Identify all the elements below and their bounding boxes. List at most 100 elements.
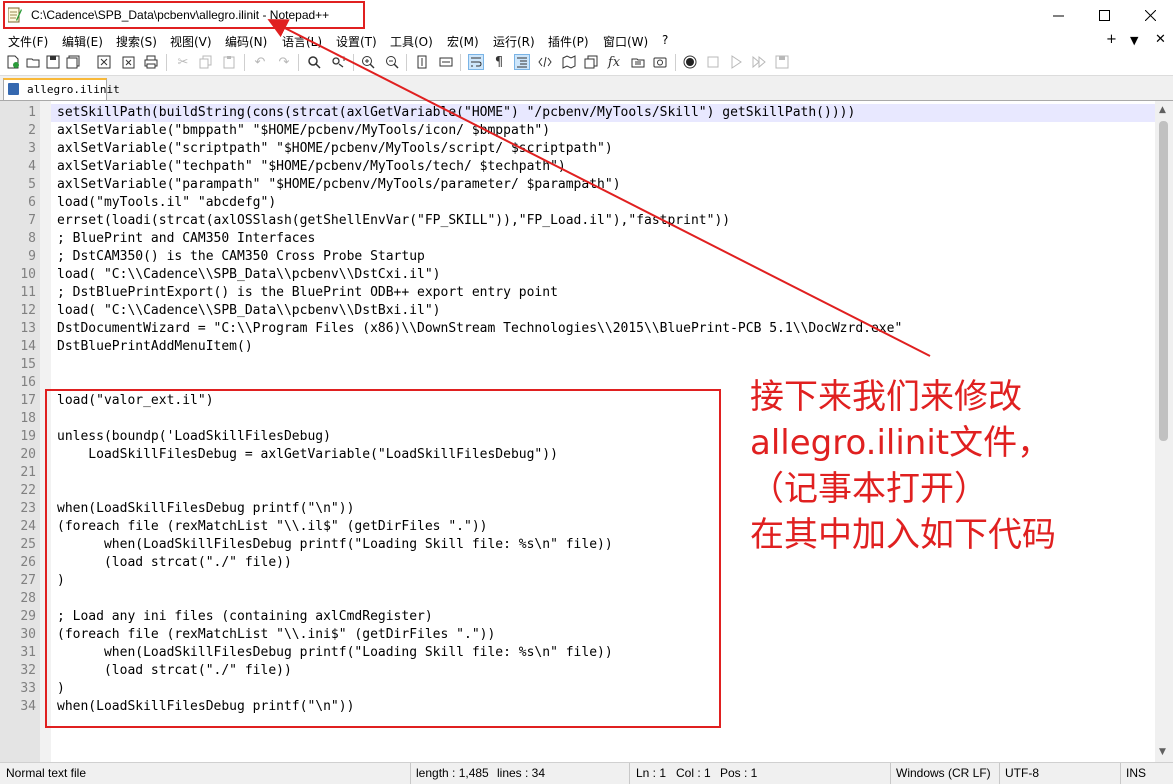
menu-search[interactable]: 搜索(S) xyxy=(116,33,157,50)
code-line[interactable]: ; DstCAM350() is the CAM350 Cross Probe … xyxy=(57,248,425,266)
close-all-icon[interactable] xyxy=(120,54,136,70)
replace-icon[interactable] xyxy=(330,54,346,70)
toolbar-separator xyxy=(406,54,407,71)
paste-icon[interactable] xyxy=(221,54,237,70)
folder-as-workspace-icon[interactable] xyxy=(630,54,646,70)
status-divider xyxy=(999,763,1000,784)
open-file-icon[interactable] xyxy=(25,54,41,70)
line-number: 34 xyxy=(20,699,36,714)
code-line[interactable]: DstDocumentWizard = "C:\\Program Files (… xyxy=(57,320,902,338)
code-line[interactable]: DstBluePrintAddMenuItem() xyxy=(57,338,253,356)
xml-tag-icon[interactable] xyxy=(537,54,553,70)
line-number: 25 xyxy=(20,537,36,552)
indent-guide-icon[interactable] xyxy=(514,54,530,70)
new-tab-plus-icon[interactable]: + xyxy=(1106,32,1117,47)
code-line[interactable]: ; DstBluePrintExport() is the BluePrint … xyxy=(57,284,558,302)
play-macro-icon[interactable] xyxy=(728,54,744,70)
code-highlight-box xyxy=(45,389,721,728)
document-list-icon[interactable] xyxy=(583,54,599,70)
function-list-icon[interactable]: fx xyxy=(606,54,622,70)
sync-vertical-icon[interactable] xyxy=(414,54,430,70)
stop-record-icon[interactable] xyxy=(705,54,721,70)
record-macro-icon[interactable] xyxy=(682,54,698,70)
code-line[interactable]: load("myTools.il" "abcdefg") xyxy=(57,194,276,212)
maximize-icon[interactable] xyxy=(1081,0,1127,31)
status-length: length : 1,485 xyxy=(416,766,489,780)
close-icon[interactable] xyxy=(96,54,112,70)
undo-icon[interactable]: ↶ xyxy=(252,54,268,70)
line-number: 20 xyxy=(20,447,36,462)
scroll-down-icon[interactable]: ▼ xyxy=(1159,747,1166,757)
line-number: 21 xyxy=(20,465,36,480)
code-line[interactable]: ; BluePrint and CAM350 Interfaces xyxy=(57,230,315,248)
print-icon[interactable] xyxy=(143,54,159,70)
code-line[interactable]: errset(loadi(strcat(axlOSSlash(getShellE… xyxy=(57,212,730,230)
menu-edit[interactable]: 编辑(E) xyxy=(62,33,103,50)
save-icon[interactable] xyxy=(45,54,61,70)
status-ln: Ln : 1 xyxy=(636,766,667,780)
monitoring-icon[interactable] xyxy=(652,54,668,70)
code-line[interactable]: load( "C:\\Cadence\\SPB_Data\\pcbenv\\Ds… xyxy=(57,266,441,284)
code-line[interactable]: axlSetVariable("parampath" "$HOME/pcbenv… xyxy=(57,176,621,194)
find-icon[interactable] xyxy=(306,54,322,70)
close-document-icon[interactable]: ✕ xyxy=(1155,32,1166,47)
toolbar: ✂ ↶ ↷ ¶ fx xyxy=(0,50,1173,76)
line-number: 2 xyxy=(28,123,36,138)
status-insert-mode: INS xyxy=(1126,766,1147,780)
tab-list-dropdown-icon[interactable]: ▼ xyxy=(1130,34,1138,47)
status-divider xyxy=(1120,763,1121,784)
line-number: 10 xyxy=(20,267,36,282)
run-macro-multiple-icon[interactable] xyxy=(751,54,767,70)
line-number: 19 xyxy=(20,429,36,444)
menu-file[interactable]: 文件(F) xyxy=(8,33,48,50)
cut-icon[interactable]: ✂ xyxy=(175,54,191,70)
status-pos: Pos : 1 xyxy=(720,766,758,780)
show-all-chars-icon[interactable]: ¶ xyxy=(491,54,507,70)
menu-language[interactable]: 语言(L) xyxy=(282,33,322,50)
redo-icon[interactable]: ↷ xyxy=(276,54,292,70)
code-line[interactable]: axlSetVariable("bmppath" "$HOME/pcbenv/M… xyxy=(57,122,550,140)
document-map-icon[interactable] xyxy=(561,54,577,70)
menu-encoding[interactable]: 编码(N) xyxy=(225,33,267,50)
code-line[interactable]: axlSetVariable("techpath" "$HOME/pcbenv/… xyxy=(57,158,566,176)
title-bar: C:\Cadence\SPB_Data\pcbenv\allegro.ilini… xyxy=(0,0,1173,31)
word-wrap-icon[interactable] xyxy=(468,54,484,70)
toolbar-separator xyxy=(166,54,167,71)
line-number: 33 xyxy=(20,681,36,696)
status-divider xyxy=(890,763,891,784)
close-icon[interactable] xyxy=(1127,0,1173,31)
annotation-text: 接下来我们来修改 allegro.ilinit文件， （记事本打开） 在其中加入… xyxy=(750,374,1170,558)
status-divider xyxy=(629,763,630,784)
code-line[interactable]: load( "C:\\Cadence\\SPB_Data\\pcbenv\\Ds… xyxy=(57,302,441,320)
tab-allegro-ilinit[interactable]: allegro.ilinit xyxy=(3,78,120,100)
line-number: 13 xyxy=(20,321,36,336)
copy-icon[interactable] xyxy=(198,54,214,70)
zoom-in-icon[interactable] xyxy=(360,54,376,70)
code-line[interactable]: setSkillPath(buildString(cons(strcat(axl… xyxy=(57,104,855,122)
menu-tools[interactable]: 工具(O) xyxy=(390,33,433,50)
sync-horizontal-icon[interactable] xyxy=(438,54,454,70)
menu-window[interactable]: 窗口(W) xyxy=(603,33,648,50)
scroll-up-icon[interactable]: ▲ xyxy=(1159,105,1166,115)
minimize-icon[interactable] xyxy=(1035,0,1081,31)
menu-run[interactable]: 运行(R) xyxy=(493,33,535,50)
save-all-icon[interactable] xyxy=(65,54,81,70)
menu-plugins[interactable]: 插件(P) xyxy=(548,33,589,50)
tab-label: allegro.ilinit xyxy=(27,83,120,96)
menu-help[interactable]: ? xyxy=(662,33,668,47)
zoom-out-icon[interactable] xyxy=(384,54,400,70)
editor-area[interactable]: 1 setSkillPath(buildString(cons(strcat(ax… xyxy=(0,101,1173,762)
status-lines: lines : 34 xyxy=(497,766,546,780)
menu-macro[interactable]: 宏(M) xyxy=(447,33,479,50)
menu-settings[interactable]: 设置(T) xyxy=(336,33,377,50)
code-line[interactable]: axlSetVariable("scriptpath" "$HOME/pcben… xyxy=(57,140,613,158)
new-file-icon[interactable] xyxy=(5,54,21,70)
line-number: 9 xyxy=(28,249,36,264)
toolbar-separator xyxy=(244,54,245,71)
annotation-line: 在其中加入如下代码 xyxy=(750,515,1056,555)
line-number: 6 xyxy=(28,195,36,210)
toolbar-separator xyxy=(460,54,461,71)
menu-view[interactable]: 视图(V) xyxy=(170,33,212,50)
line-number: 5 xyxy=(28,177,36,192)
save-macro-icon[interactable] xyxy=(774,54,790,70)
